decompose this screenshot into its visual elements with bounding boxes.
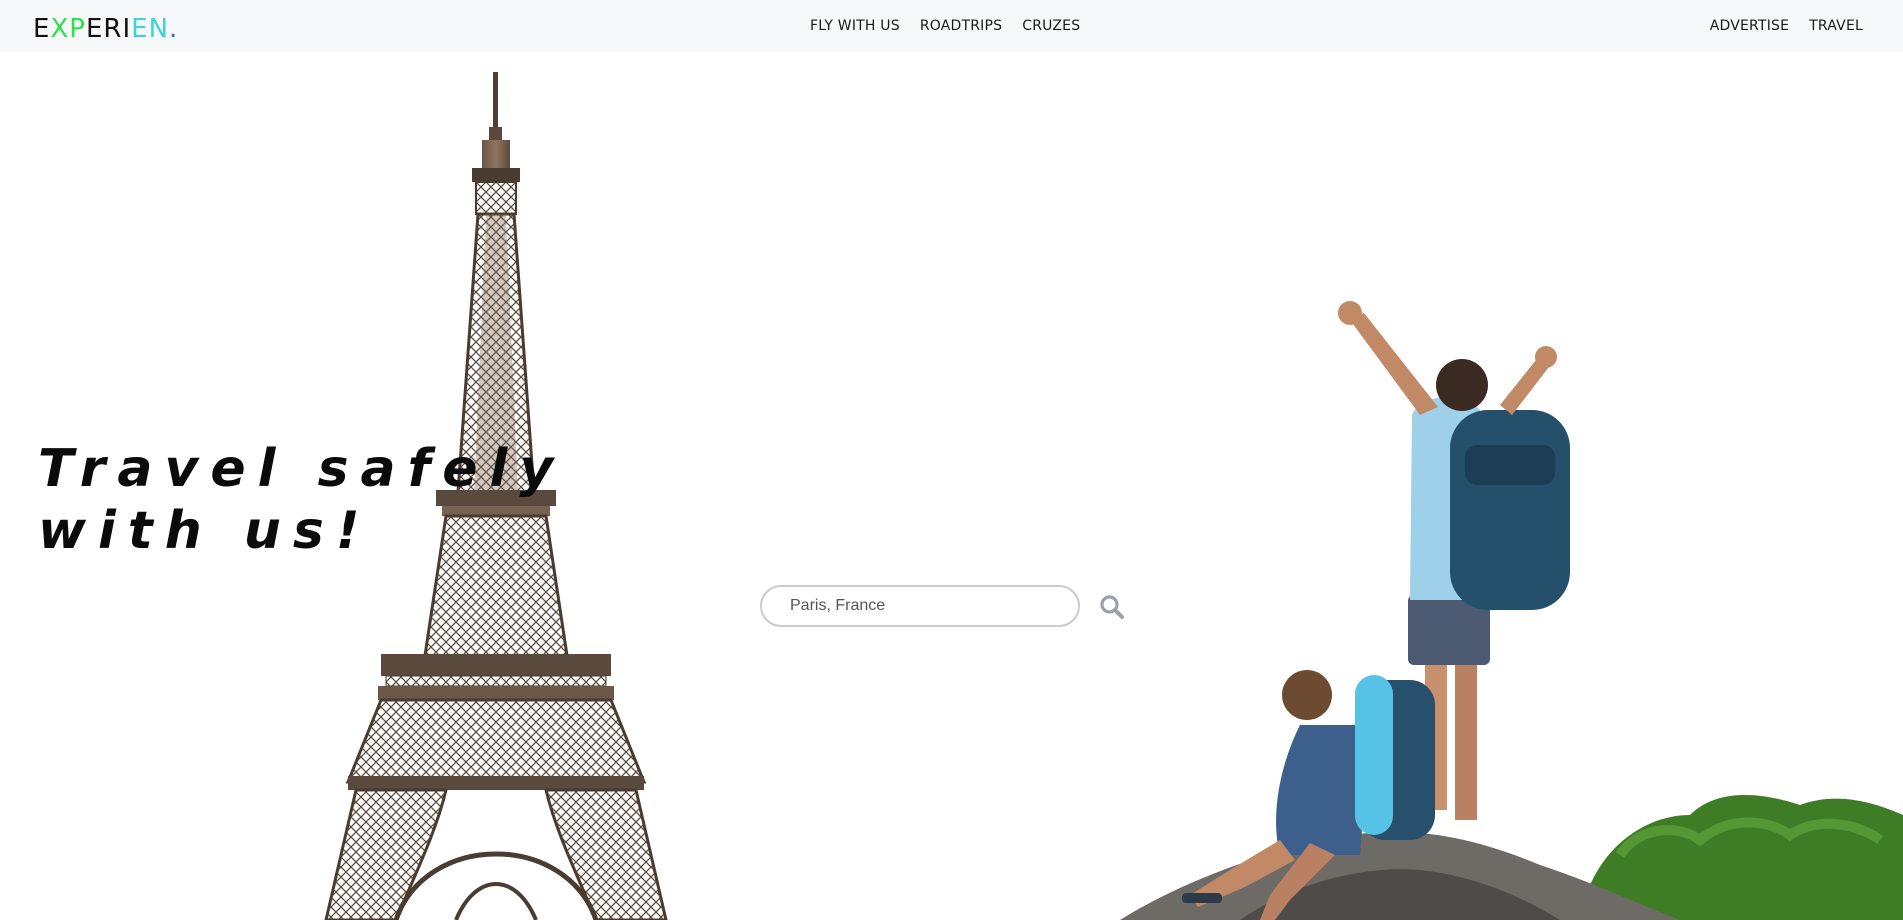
logo-letter: P <box>69 14 86 44</box>
top-navbar: EXPERIEN. FLY WITH US ROADTRIPS CRUZES A… <box>0 0 1903 52</box>
hero-title-line-1: Travel safely <box>38 439 566 499</box>
main-nav: FLY WITH US ROADTRIPS CRUZES <box>810 0 1080 52</box>
logo-letter: R <box>103 14 123 44</box>
hero-title: Travel safely with us! <box>38 438 598 562</box>
nav-link-advertise[interactable]: ADVERTISE <box>1710 18 1789 34</box>
search-input[interactable] <box>790 597 1050 615</box>
nav-link-cruzes[interactable]: CRUZES <box>1022 18 1080 34</box>
logo-letter: I <box>122 14 132 44</box>
logo-letter: X <box>50 14 70 44</box>
logo-letter: E <box>33 14 51 44</box>
nav-link-roadtrips[interactable]: ROADTRIPS <box>920 18 1002 34</box>
logo-letter: . <box>169 14 179 44</box>
nav-link-travel[interactable]: TRAVEL <box>1809 18 1863 34</box>
nav-link-fly-with-us[interactable]: FLY WITH US <box>810 18 900 34</box>
hikers-image <box>1120 301 1903 920</box>
secondary-nav: ADVERTISE TRAVEL <box>1710 0 1863 52</box>
brand-logo[interactable]: EXPERIEN. <box>33 16 178 42</box>
hero-title-line-2: with us! <box>38 501 372 561</box>
search-box <box>760 585 1080 627</box>
logo-letter: E <box>131 14 149 44</box>
logo-letter: E <box>85 14 104 44</box>
logo-letter: N <box>148 14 170 44</box>
